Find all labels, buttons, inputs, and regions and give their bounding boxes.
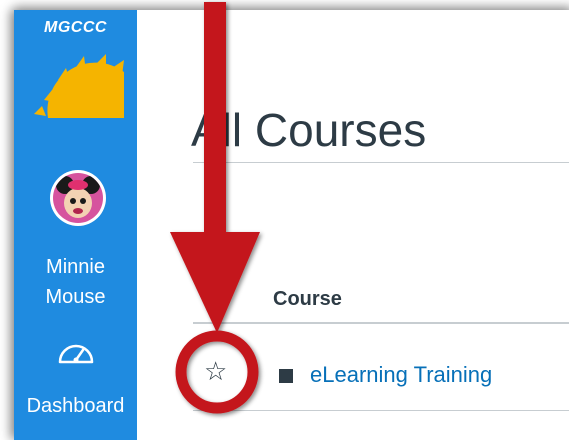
row-divider (193, 410, 569, 411)
table-header-divider (193, 322, 569, 324)
course-link[interactable]: eLearning Training (310, 362, 492, 388)
sun-logo-icon[interactable] (28, 50, 128, 120)
brand-logo-text[interactable]: MGCCC (14, 19, 137, 37)
global-nav-sidebar: MGCCC Minnie Mouse Dashboard (14, 10, 137, 440)
user-avatar[interactable] (50, 170, 106, 226)
dashboard-gauge-icon[interactable] (56, 338, 96, 368)
page-title: All Courses (191, 103, 427, 156)
avatar-image (53, 173, 103, 223)
user-first-name: Minnie (46, 256, 105, 278)
minnie-avatar-icon (56, 176, 100, 218)
course-color-indicator (279, 369, 293, 383)
divider (193, 162, 569, 163)
sidebar-item-dashboard[interactable]: Dashboard (14, 395, 137, 418)
user-name[interactable]: Minnie Mouse (14, 252, 137, 312)
column-header-course[interactable]: Course (273, 288, 342, 311)
app-window: MGCCC Minnie Mouse Dashboard All Courses… (14, 10, 569, 440)
user-last-name: Mouse (45, 286, 106, 308)
favorite-star-icon[interactable]: ☆ (204, 358, 227, 384)
